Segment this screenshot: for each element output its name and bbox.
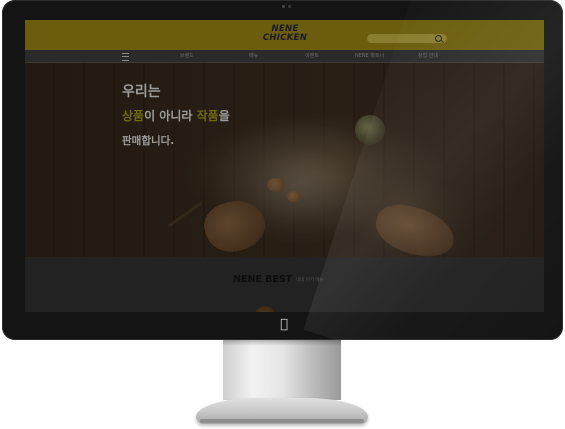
logo-line-2: CHICKEN bbox=[262, 33, 308, 43]
apple-logo-icon:  bbox=[277, 318, 291, 332]
search-icon[interactable] bbox=[435, 35, 442, 42]
best-section-subtitle: 네네 인기 메뉴 bbox=[296, 278, 324, 283]
site-header: NENE CHICKEN bbox=[25, 20, 544, 50]
nav-item-menu[interactable]: 메뉴 bbox=[249, 52, 258, 59]
main-nav: 브랜드 메뉴 이벤트 NENE 파트너 창업 안내 bbox=[25, 50, 544, 63]
best-section-title: NENE BEST bbox=[233, 274, 293, 285]
nav-item-brand[interactable]: 브랜드 bbox=[180, 52, 194, 59]
hamburger-menu-icon[interactable] bbox=[122, 53, 129, 61]
hero-line-2-middle: 이 아니라 bbox=[144, 109, 197, 123]
hero-highlight-artwork: 작품 bbox=[196, 109, 219, 123]
monitor-stand-neck bbox=[223, 340, 341, 400]
monitor-stand-base-edge bbox=[200, 419, 364, 423]
hero-headline-line-3: 판매합니다. bbox=[122, 135, 175, 147]
nene-chicken-logo[interactable]: NENE CHICKEN bbox=[262, 25, 308, 47]
search-input[interactable] bbox=[367, 34, 447, 43]
nav-item-event[interactable]: 이벤트 bbox=[305, 52, 319, 59]
hero-overlay bbox=[25, 63, 544, 257]
hero-highlight-product: 상품 bbox=[122, 109, 145, 123]
monitor-screen: NENE CHICKEN 브랜드 메뉴 이벤트 NENE 파트너 창업 안내 우… bbox=[25, 20, 544, 312]
hero-headline-line-1: 우리는 bbox=[122, 84, 161, 100]
best-section: NENE BEST 네네 인기 메뉴 bbox=[25, 257, 544, 312]
hero-line-2-end: 을 bbox=[218, 109, 230, 123]
hero-headline-line-2: 상품이 아니라 작품을 bbox=[122, 107, 230, 124]
camera-icon bbox=[282, 5, 285, 8]
hero-banner: 우리는 상품이 아니라 작품을 판매합니다. bbox=[25, 63, 544, 257]
best-menu-thumbnail[interactable] bbox=[254, 306, 276, 312]
monitor-stand-shadow bbox=[223, 340, 341, 346]
monitor-frame: NENE CHICKEN 브랜드 메뉴 이벤트 NENE 파트너 창업 안내 우… bbox=[2, 0, 563, 340]
nav-item-partner[interactable]: NENE 파트너 bbox=[355, 52, 384, 59]
nav-item-startup[interactable]: 창업 안내 bbox=[418, 52, 438, 59]
camera-sensor-icon bbox=[288, 5, 291, 8]
